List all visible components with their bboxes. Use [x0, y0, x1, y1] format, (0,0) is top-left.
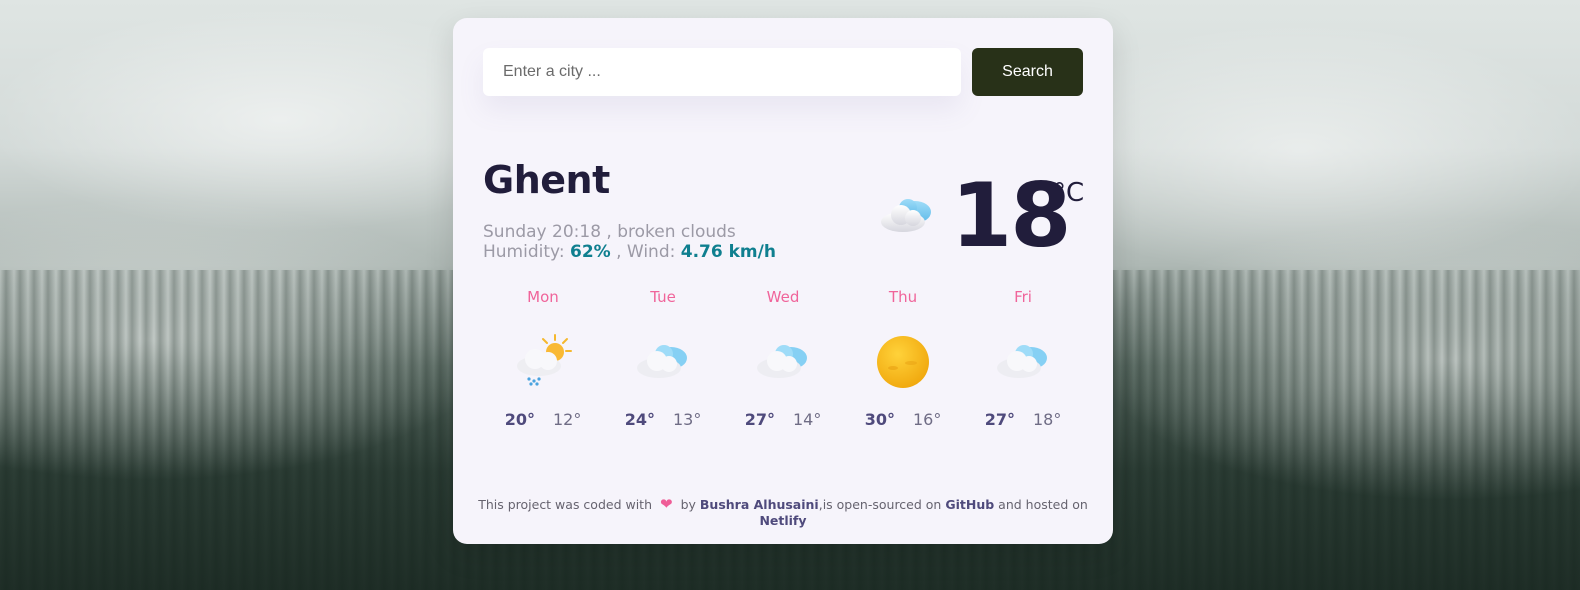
forecast-day-mon: Mon 20° 12° [483, 288, 603, 429]
forecast-day-label: Mon [527, 288, 559, 306]
humidity-value: 62% [569, 242, 611, 262]
forecast-list: Mon 20° 12° Tue 24° 13° Wed 27° 14° Thu … [483, 288, 1083, 448]
forecast-day-fri: Fri 27° 18° [963, 288, 1083, 429]
forecast-min-temp: 12° [552, 410, 582, 429]
forecast-max-temp: 20° [504, 410, 535, 429]
footer-text: by [680, 497, 696, 512]
github-link[interactable]: GitHub [945, 497, 994, 512]
search-button[interactable]: Search [972, 48, 1083, 96]
footer-text: and hosted on [998, 497, 1088, 512]
city-name: Ghent [483, 158, 610, 202]
forecast-day-label: Wed [766, 288, 800, 306]
forecast-min-temp: 16° [912, 410, 942, 429]
forecast-min-temp: 18° [1032, 410, 1062, 429]
humidity-label: Humidity: [483, 242, 570, 262]
cloud-icon [997, 345, 1047, 378]
rain-sun-icon [517, 334, 572, 386]
temperature-unit-toggle[interactable]: °C [1053, 178, 1084, 208]
footer: This project was coded with ❤ by Bushra … [453, 495, 1113, 528]
forecast-max-temp: 24° [624, 410, 655, 429]
sun-icon [877, 336, 929, 388]
wind-label: , Wind: [610, 242, 681, 262]
author-link[interactable]: Bushra Alhusaini [700, 497, 819, 512]
cloud-icon [757, 345, 807, 378]
footer-text: This project was coded with [478, 497, 653, 512]
forecast-day-label: Fri [1014, 288, 1032, 306]
forecast-day-thu: Thu 30° 16° [843, 288, 963, 429]
cloud-icon [637, 345, 687, 378]
forecast-max-temp: 30° [864, 410, 895, 429]
current-temperature: 18 [951, 164, 1071, 267]
wind-value: 4.76 km/h [680, 242, 776, 262]
netlify-link[interactable]: Netlify [759, 513, 806, 528]
cloud-icon [881, 199, 931, 232]
footer-text: ,is open-sourced on [818, 497, 942, 512]
forecast-min-temp: 13° [672, 410, 702, 429]
city-search-input[interactable] [483, 48, 961, 96]
forecast-day-tue: Tue 24° 13° [603, 288, 723, 429]
forecast-day-wed: Wed 27° 14° [723, 288, 843, 429]
weather-details: Sunday 20:18 , broken clouds Humidity: 6… [483, 222, 776, 262]
forecast-max-temp: 27° [744, 410, 775, 429]
humidity-wind-line: Humidity: 62% , Wind: 4.76 km/h [483, 242, 776, 262]
forecast-day-label: Thu [888, 288, 918, 306]
forecast-min-temp: 14° [792, 410, 822, 429]
heart-icon: ❤ [660, 495, 673, 513]
weather-summary: Sunday 20:18 , broken clouds [483, 222, 736, 242]
weather-card: Search Ghent Sunday 20:18 , broken cloud… [453, 18, 1113, 544]
forecast-day-label: Tue [650, 288, 676, 306]
forecast-max-temp: 27° [984, 410, 1015, 429]
